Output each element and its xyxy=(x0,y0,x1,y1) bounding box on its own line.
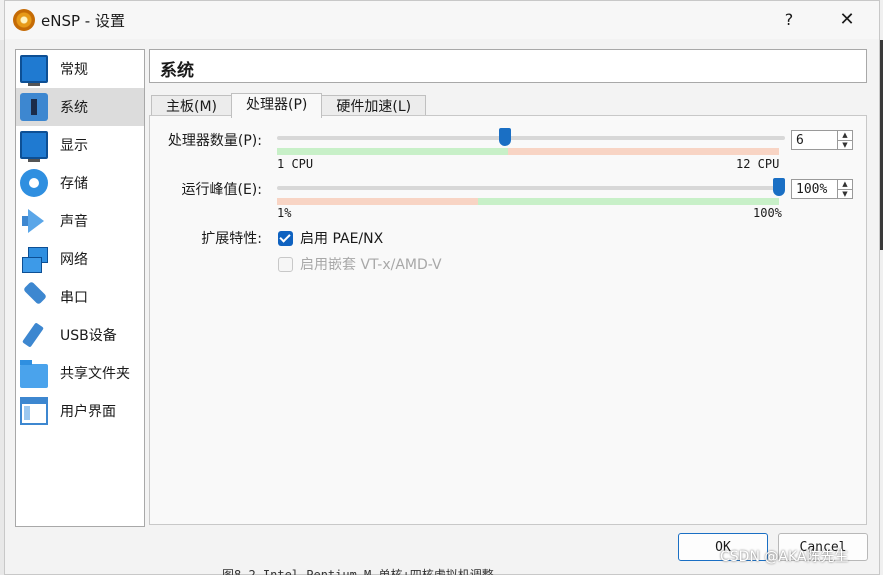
cap-max-label: 100% xyxy=(753,206,782,220)
usb-icon xyxy=(20,321,48,349)
sidebar-item-label: 用户界面 xyxy=(60,404,116,420)
sidebar-item-label: 网络 xyxy=(60,252,88,268)
sidebar-item-general[interactable]: 常规 xyxy=(16,50,144,88)
sidebar-item-network[interactable]: 网络 xyxy=(16,240,144,278)
window-icon xyxy=(20,397,48,425)
sidebar-item-display[interactable]: 显示 xyxy=(16,126,144,164)
nested-vtx-checkbox: 启用嵌套 VT-x/AMD-V xyxy=(278,254,442,274)
sidebar-item-shared-folders[interactable]: 共享文件夹 xyxy=(16,354,144,392)
close-button[interactable]: ✕ xyxy=(827,5,867,35)
cap-slider-thumb[interactable] xyxy=(773,178,785,196)
checkbox-unchecked-icon xyxy=(278,256,293,272)
spin-down-icon[interactable]: ▼ xyxy=(838,141,852,150)
tab-bar: 主板(M) 处理器(P) 硬件加速(L) xyxy=(151,93,427,118)
spin-arrows[interactable]: ▲ ▼ xyxy=(837,131,852,149)
execution-cap-label: 运行峰值(E): xyxy=(181,182,263,198)
tab-processor[interactable]: 处理器(P) xyxy=(231,93,323,118)
processor-slider-thumb[interactable] xyxy=(499,128,512,146)
sidebar-item-label: 常规 xyxy=(60,62,88,78)
sidebar-item-label: 串口 xyxy=(60,290,88,306)
settings-category-list: 常规 系统 显示 存储 声音 网络 串口 USB设备 共享文件夹 用户界面 xyxy=(15,49,145,527)
processor-panel: 处理器数量(P): 1 CPU 12 CPU 6 ▲ ▼ 运行峰值(E): 1%… xyxy=(149,115,867,525)
network-icon xyxy=(20,245,48,273)
extended-features-label: 扩展特性: xyxy=(201,231,262,247)
display-icon xyxy=(20,131,48,162)
processor-safe-range xyxy=(277,148,508,155)
sidebar-item-label: 系统 xyxy=(60,100,88,116)
disk-icon xyxy=(20,169,48,197)
folder-icon xyxy=(20,360,48,388)
cap-slider-track[interactable] xyxy=(277,186,785,190)
cap-warning-range xyxy=(277,198,478,205)
watermark: CSDN @AKA陈先生 xyxy=(720,549,849,565)
serial-icon xyxy=(20,283,48,311)
processor-min-label: 1 CPU xyxy=(277,157,314,171)
spin-up-icon[interactable]: ▲ xyxy=(838,180,852,190)
title-bar[interactable]: eNSP - 设置 ? ✕ xyxy=(5,1,879,39)
checkbox-checked-icon[interactable] xyxy=(278,230,293,246)
sidebar-item-usb[interactable]: USB设备 xyxy=(16,316,144,354)
help-button[interactable]: ? xyxy=(769,5,809,35)
spin-arrows[interactable]: ▲ ▼ xyxy=(837,180,852,198)
sidebar-item-storage[interactable]: 存储 xyxy=(16,164,144,202)
cap-min-label: 1% xyxy=(277,206,292,220)
settings-content: 系统 主板(M) 处理器(P) 硬件加速(L) 处理器数量(P): 1 CPU … xyxy=(149,49,867,525)
chip-icon xyxy=(20,93,48,121)
speaker-icon xyxy=(20,207,48,235)
sidebar-item-label: USB设备 xyxy=(60,328,117,344)
pae-nx-label: 启用 PAE/NX xyxy=(300,231,384,247)
section-title: 系统 xyxy=(160,61,194,81)
processor-max-label: 12 CPU xyxy=(736,157,780,171)
processor-range-bar xyxy=(277,148,779,155)
spin-up-icon[interactable]: ▲ xyxy=(838,131,852,141)
processor-count-value[interactable]: 6 xyxy=(796,133,804,148)
sidebar-item-audio[interactable]: 声音 xyxy=(16,202,144,240)
monitor-icon xyxy=(20,55,48,86)
section-title-box: 系统 xyxy=(149,49,867,83)
sidebar-item-label: 存储 xyxy=(60,176,88,192)
nested-vtx-label: 启用嵌套 VT-x/AMD-V xyxy=(300,257,442,273)
sidebar-item-system[interactable]: 系统 xyxy=(16,88,144,126)
cap-safe-range xyxy=(477,198,779,205)
spin-down-icon[interactable]: ▼ xyxy=(838,190,852,199)
sidebar-item-label: 声音 xyxy=(60,214,88,230)
sidebar-item-label: 显示 xyxy=(60,138,88,154)
execution-cap-value[interactable]: 100% xyxy=(796,182,827,197)
processor-slider-track[interactable] xyxy=(277,136,785,140)
window-title: eNSP - 设置 xyxy=(41,12,125,30)
settings-dialog: eNSP - 设置 ? ✕ 常规 系统 显示 存储 声音 网络 串口 USB设备… xyxy=(4,0,880,575)
processor-count-label: 处理器数量(P): xyxy=(167,133,262,149)
ensp-app-icon xyxy=(13,9,35,31)
processor-count-spinbox[interactable]: 6 ▲ ▼ xyxy=(791,130,853,150)
background-caption: 图8-2 Intel Pentium M 单核+四核虚拟机调整 xyxy=(222,568,494,575)
sidebar-item-label: 共享文件夹 xyxy=(60,366,130,382)
cap-range-bar xyxy=(277,198,779,205)
pae-nx-checkbox[interactable]: 启用 PAE/NX xyxy=(278,228,383,248)
sidebar-item-serial[interactable]: 串口 xyxy=(16,278,144,316)
sidebar-item-user-interface[interactable]: 用户界面 xyxy=(16,392,144,430)
processor-warning-range xyxy=(507,148,779,155)
execution-cap-spinbox[interactable]: 100% ▲ ▼ xyxy=(791,179,853,199)
